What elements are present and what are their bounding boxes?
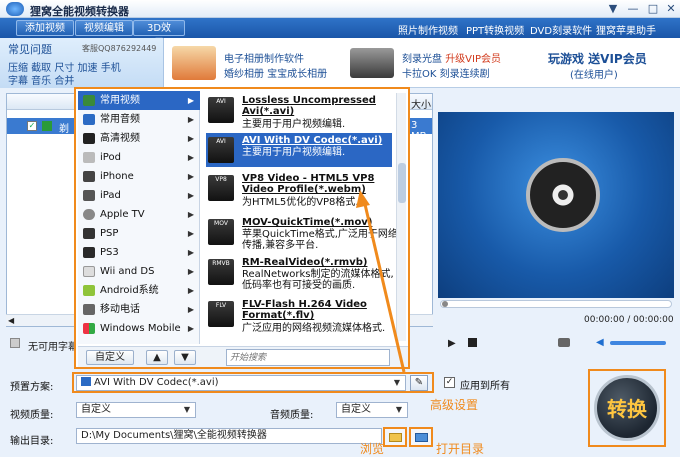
- open-dir-annotation: 打开目录: [436, 442, 485, 456]
- arrow-head: [356, 190, 370, 208]
- arrow-line: [362, 199, 406, 373]
- annotation-arrows: [356, 190, 406, 373]
- browse-annotation: 浏览: [360, 442, 385, 456]
- convert-button[interactable]: 转换: [588, 369, 666, 447]
- advanced-settings-annotation: 高级设置: [430, 398, 479, 412]
- convert-label: 转换: [607, 397, 647, 421]
